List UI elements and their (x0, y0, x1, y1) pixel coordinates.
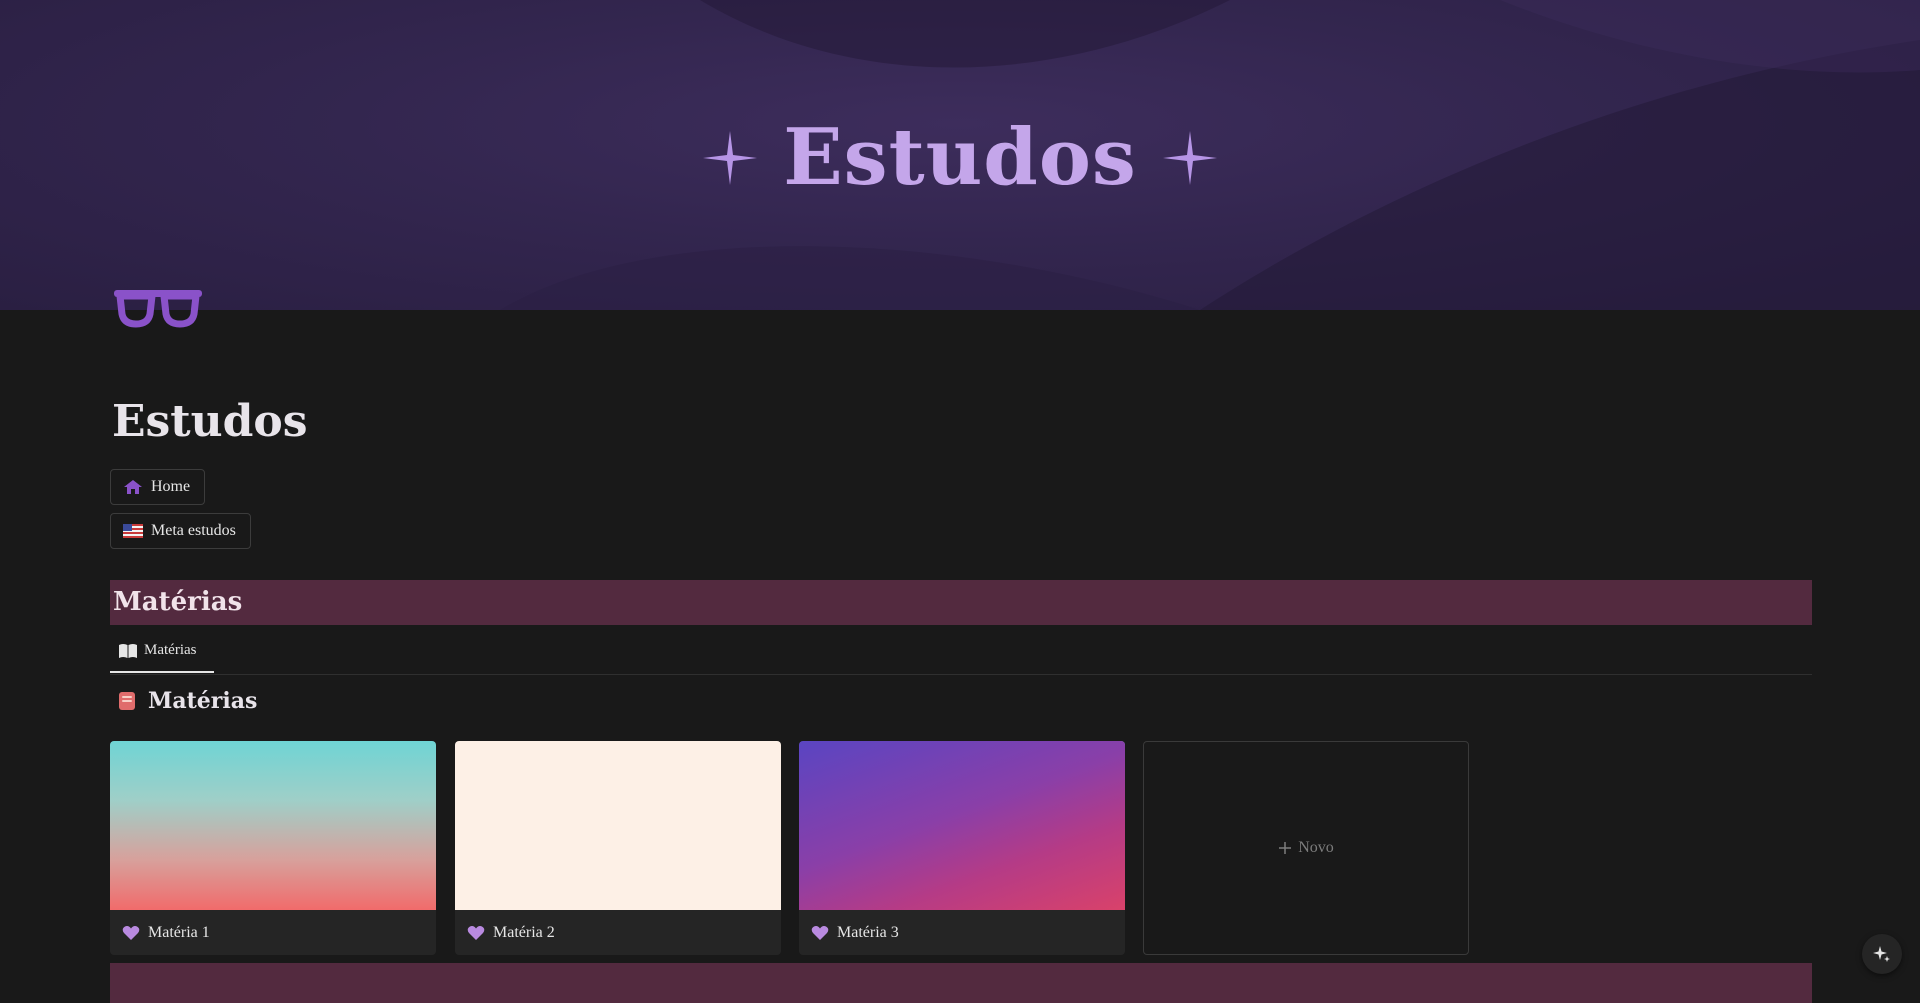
view-tabs: Matérias (110, 630, 1812, 675)
meta-estudos-link-button[interactable]: Meta estudos (110, 513, 251, 549)
section-heading[interactable]: Matérias (110, 580, 1812, 625)
card-title: Matéria 2 (493, 923, 555, 941)
sparkle-icon (1873, 946, 1890, 962)
materias-section-header: Matérias (110, 580, 1812, 625)
page-cover: Estudos (0, 0, 1920, 310)
database-title-text: Matérias (148, 688, 258, 714)
meta-estudos-link-label: Meta estudos (151, 522, 236, 539)
red-book-icon (119, 692, 135, 710)
us-flag-icon (123, 524, 143, 538)
new-card-button[interactable]: Novo (1143, 741, 1469, 955)
card-title: Matéria 1 (148, 923, 210, 941)
glasses-icon[interactable] (114, 290, 202, 328)
card-cover-image (799, 741, 1125, 910)
cover-title-text: Estudos (783, 112, 1137, 203)
gallery-card[interactable]: Matéria 1 (110, 741, 436, 955)
sparkle-star-icon (703, 130, 758, 185)
sparkle-star-icon (1162, 130, 1217, 185)
card-label: Matéria 3 (799, 910, 1125, 955)
new-card-label: Novo (1298, 839, 1334, 856)
open-book-icon (119, 643, 137, 658)
card-label: Matéria 2 (455, 910, 781, 955)
purple-heart-icon (811, 925, 829, 940)
plus-icon (1279, 842, 1292, 854)
purple-heart-icon (122, 925, 140, 940)
ai-assistant-button[interactable] (1862, 934, 1902, 974)
purple-heart-icon (467, 925, 485, 940)
card-cover-image (455, 741, 781, 910)
card-cover-image (110, 741, 436, 910)
home-link-label: Home (151, 478, 191, 495)
page-title[interactable]: Estudos (112, 396, 308, 447)
cover-title: Estudos (0, 112, 1920, 203)
next-section-header (110, 963, 1812, 1003)
card-label: Matéria 1 (110, 910, 436, 955)
gallery-card[interactable]: Matéria 3 (799, 741, 1125, 955)
tab-materias[interactable]: Matérias (110, 630, 214, 673)
card-title: Matéria 3 (837, 923, 899, 941)
tab-label: Matérias (144, 642, 197, 658)
database-title[interactable]: Matérias (118, 688, 257, 714)
home-link-button[interactable]: Home (110, 469, 206, 505)
house-icon (124, 480, 142, 494)
gallery-card[interactable]: Matéria 2 (455, 741, 781, 955)
